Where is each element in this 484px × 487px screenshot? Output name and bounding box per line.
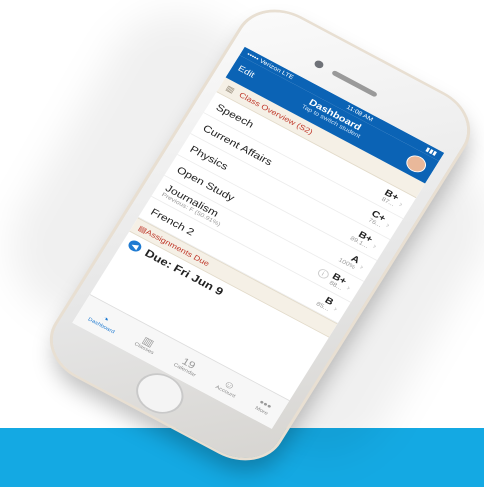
chevron-right-icon: › xyxy=(332,304,340,313)
front-camera-icon xyxy=(313,59,325,70)
tab-more[interactable]: ••• More xyxy=(254,396,275,416)
tab-account[interactable]: ☺ Account xyxy=(214,375,242,399)
chevron-right-icon: › xyxy=(345,283,353,292)
chevron-right-icon: › xyxy=(371,241,379,250)
arrow-left-icon[interactable]: ◀ xyxy=(126,238,144,254)
tab-dashboard[interactable]: ◔ Dashboard xyxy=(87,307,122,335)
tab-classes[interactable]: ▥ Classes xyxy=(133,332,161,356)
chevron-right-icon: › xyxy=(384,220,392,229)
chevron-right-icon: › xyxy=(397,199,405,208)
tab-calendar[interactable]: 19 Calendar xyxy=(172,353,202,378)
chevron-right-icon: › xyxy=(358,262,366,271)
earpiece-speaker xyxy=(331,69,378,98)
books-icon: ▥ xyxy=(224,83,237,95)
info-icon[interactable]: i xyxy=(315,267,331,281)
